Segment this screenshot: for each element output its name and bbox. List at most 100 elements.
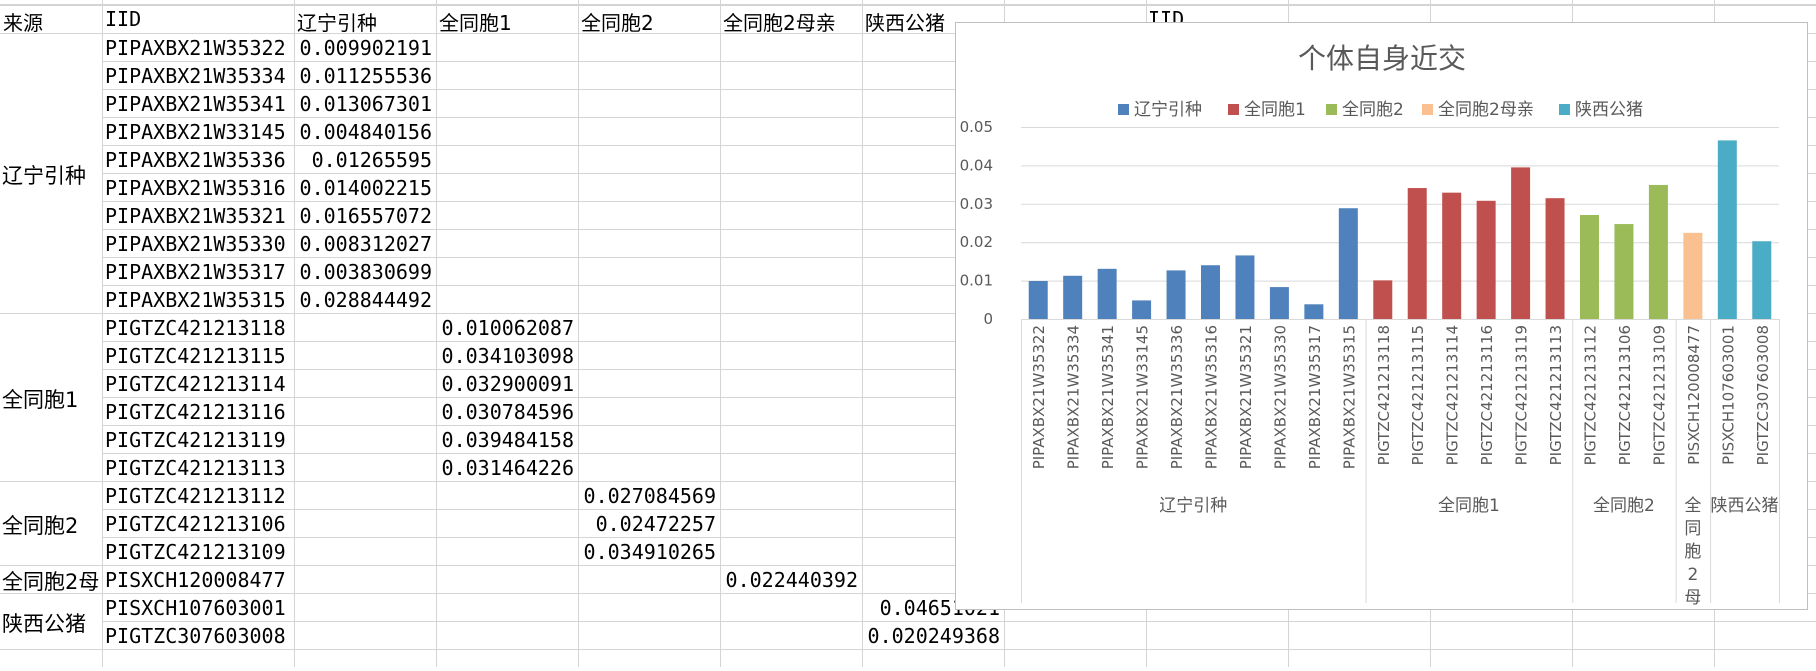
bar — [1648, 184, 1668, 319]
iid-cell[interactable]: PIPAXBX21W35321 — [105, 204, 293, 228]
iid-cell[interactable]: PIPAXBX21W35322 — [105, 36, 293, 60]
iid-cell[interactable]: PIPAXBX21W35316 — [105, 176, 293, 200]
iid-cell[interactable]: PIGTZC421213119 — [105, 428, 293, 452]
value-cell[interactable]: 0.010062087 — [438, 316, 574, 340]
value-cell[interactable]: 0.016557072 — [296, 204, 432, 228]
iid-cell[interactable]: PIGTZC421213113 — [105, 456, 293, 480]
iid-cell[interactable]: PIGTZC421213106 — [105, 512, 293, 536]
value-cell[interactable]: 0.034910265 — [580, 540, 716, 564]
y-tick-label: 0.02 — [960, 233, 993, 251]
x-category-label: PIPAXBX21W33145 — [1134, 325, 1152, 469]
x-category-label: PIGTZC307603008 — [1754, 325, 1772, 465]
iid-cell[interactable]: PIPAXBX21W35336 — [105, 148, 293, 172]
bar — [1132, 300, 1152, 319]
x-category-label: PISXCH107603001 — [1719, 325, 1737, 465]
iid-cell[interactable]: PIPAXBX21W33145 — [105, 120, 293, 144]
bar — [1304, 304, 1324, 319]
x-group-label: 全同胞1 — [1438, 496, 1500, 516]
value-cell[interactable]: 0.01265595 — [296, 148, 432, 172]
iid-cell[interactable]: PIGTZC421213114 — [105, 372, 293, 396]
iid-cell[interactable]: PISXCH107603001 — [105, 596, 293, 620]
bar — [1235, 255, 1255, 319]
legend-label: 辽宁引种 — [1134, 100, 1202, 120]
iid-cell[interactable]: PIGTZC421213116 — [105, 400, 293, 424]
value-cell[interactable]: 0.031464226 — [438, 456, 574, 480]
legend-swatch — [1326, 104, 1337, 115]
source-group-label[interactable]: 全同胞2 — [2, 510, 100, 540]
value-cell[interactable]: 0.008312027 — [296, 232, 432, 256]
bar — [1545, 198, 1565, 319]
bar — [1269, 287, 1289, 319]
x-category-label: PIPAXBX21W35315 — [1340, 325, 1358, 469]
value-cell[interactable]: 0.014002215 — [296, 176, 432, 200]
value-cell[interactable]: 0.003830699 — [296, 260, 432, 284]
value-cell[interactable]: 0.011255536 — [296, 64, 432, 88]
x-category-label: PIGTZC421213119 — [1513, 325, 1531, 465]
value-cell[interactable]: 0.027084569 — [580, 484, 716, 508]
column-header-3[interactable]: 全同胞1 — [439, 7, 577, 36]
y-tick-label: 0.05 — [960, 118, 993, 136]
y-tick-label: 0.01 — [960, 272, 993, 290]
legend-swatch — [1559, 104, 1570, 115]
x-category-label: PIPAXBX21W35330 — [1271, 325, 1289, 469]
iid-cell[interactable]: PIGTZC307603008 — [105, 624, 293, 648]
column-header-5[interactable]: 全同胞2母亲 — [723, 7, 861, 36]
iid-cell[interactable]: PIPAXBX21W35330 — [105, 232, 293, 256]
bar — [1166, 270, 1186, 319]
iid-cell[interactable]: PIGTZC421213118 — [105, 316, 293, 340]
chart-title: 个体自身近交 — [1298, 42, 1466, 75]
iid-cell[interactable]: PIPAXBX21W35341 — [105, 92, 293, 116]
bar — [1717, 140, 1737, 319]
value-cell[interactable]: 0.039484158 — [438, 428, 574, 452]
bar — [1373, 280, 1393, 319]
bar — [1442, 192, 1462, 319]
x-category-label: PIPAXBX21W35321 — [1237, 325, 1255, 469]
iid-cell[interactable]: PIPAXBX21W35315 — [105, 288, 293, 312]
column-header-1[interactable]: IID — [105, 7, 293, 31]
legend-label: 陕西公猪 — [1575, 100, 1643, 120]
bar — [1201, 265, 1220, 319]
iid-cell[interactable]: PIPAXBX21W35334 — [105, 64, 293, 88]
source-group-label[interactable]: 全同胞2母 — [2, 566, 100, 596]
value-cell[interactable]: 0.032900091 — [438, 372, 574, 396]
iid-cell[interactable]: PISXCH120008477 — [105, 568, 293, 592]
x-category-label: PIGTZC421213115 — [1409, 325, 1427, 465]
x-category-label: PIGTZC421213116 — [1478, 325, 1496, 465]
legend-swatch — [1422, 104, 1433, 115]
y-tick-label: 0 — [983, 310, 993, 328]
source-group-label[interactable]: 陕西公猪 — [2, 608, 100, 638]
x-group-label: 陕西公猪 — [1711, 496, 1779, 516]
chart-panel[interactable]: 个体自身近交 辽宁引种 全同胞1 全同胞2 全同胞2母亲 陕西公猪 0 0.01 0.02 0.0… — [955, 22, 1808, 610]
bar — [1063, 275, 1083, 319]
value-cell[interactable]: 0.009902191 — [296, 36, 432, 60]
column-header-0[interactable]: 来源 — [3, 7, 101, 36]
value-cell[interactable]: 0.034103098 — [438, 344, 574, 368]
legend-swatch — [1228, 104, 1239, 115]
legend-swatch — [1118, 104, 1129, 115]
value-cell[interactable]: 0.02472257 — [580, 512, 716, 536]
iid-cell[interactable]: PIGTZC421213109 — [105, 540, 293, 564]
x-category-label: PIPAXBX21W35336 — [1168, 325, 1186, 469]
iid-cell[interactable]: PIGTZC421213115 — [105, 344, 293, 368]
column-header-4[interactable]: 全同胞2 — [581, 7, 719, 36]
x-category-label: PIGTZC421213114 — [1444, 325, 1462, 465]
legend-label: 全同胞2 — [1342, 100, 1404, 120]
x-category-label: PIGTZC421213118 — [1375, 325, 1393, 465]
x-category-label: PIGTZC421213112 — [1582, 325, 1600, 465]
column-header-2[interactable]: 辽宁引种 — [297, 7, 435, 36]
value-cell[interactable]: 0.022440392 — [722, 568, 858, 592]
value-cell[interactable]: 0.028844492 — [296, 288, 432, 312]
bar — [1476, 200, 1496, 319]
source-group-label[interactable]: 全同胞1 — [2, 384, 100, 414]
value-cell[interactable]: 0.013067301 — [296, 92, 432, 116]
value-cell[interactable]: 0.004840156 — [296, 120, 432, 144]
iid-cell[interactable]: PIGTZC421213112 — [105, 484, 293, 508]
value-cell[interactable]: 0.020249368 — [864, 624, 1000, 648]
legend-label: 全同胞1 — [1244, 100, 1306, 120]
x-category-label: PIGTZC421213113 — [1547, 325, 1565, 465]
iid-cell[interactable]: PIPAXBX21W35317 — [105, 260, 293, 284]
x-category-label: PIPAXBX21W35316 — [1203, 325, 1221, 469]
y-tick-label: 0.04 — [960, 156, 993, 174]
source-group-label[interactable]: 辽宁引种 — [2, 160, 100, 190]
value-cell[interactable]: 0.030784596 — [438, 400, 574, 424]
